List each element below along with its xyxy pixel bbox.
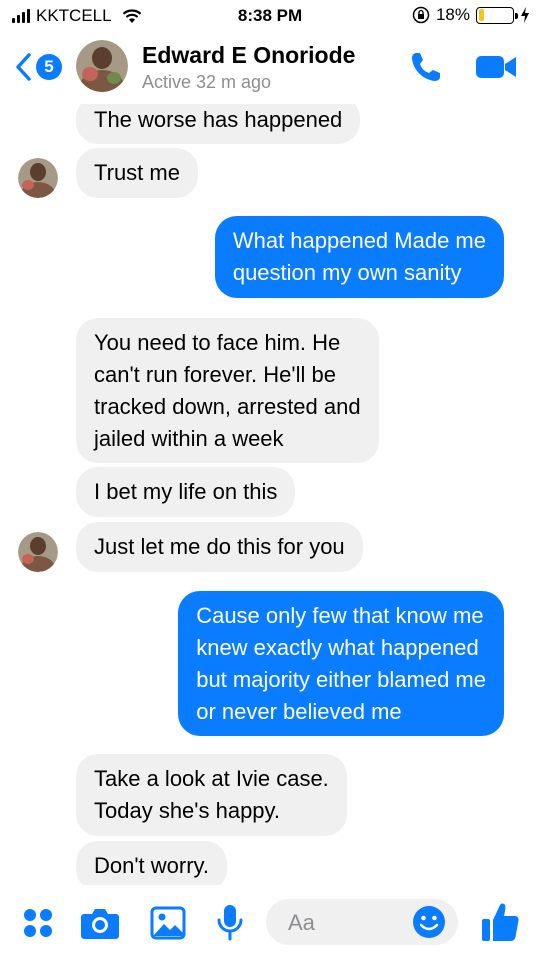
message-text: Trust me: [94, 160, 180, 185]
composer-bar: Aa: [0, 885, 540, 960]
contact-avatar[interactable]: [76, 40, 128, 92]
message-bubble-incoming[interactable]: Don't worry.: [76, 841, 228, 885]
message-bubble-incoming[interactable]: Just let me do this for you: [76, 522, 363, 572]
status-right: 18%: [412, 5, 530, 25]
active-status: Active 32 m ago: [142, 72, 272, 92]
message-bubble-incoming[interactable]: Trust me: [76, 148, 198, 198]
message-bubble-incoming[interactable]: Take a look at Ivie case. Today she's ha…: [76, 754, 347, 836]
message-text: tracked down, arrested and: [94, 394, 361, 419]
conversation-header: 5 Edward E Onoriode Active 32 m ago: [0, 32, 540, 104]
message-text: can't run forever. He'll be: [94, 362, 336, 387]
message-bubble-incoming[interactable]: I bet my life on this: [76, 467, 296, 517]
video-camera-icon[interactable]: [474, 52, 518, 82]
battery-percent: 18%: [435, 5, 470, 24]
battery-fill: [478, 9, 485, 21]
charging-bolt-icon: [521, 7, 529, 23]
message-bubble-incoming[interactable]: You need to face him. He can't run forev…: [76, 318, 379, 463]
apps-grid-icon[interactable]: [22, 907, 54, 939]
message-text: What happened Made me: [232, 228, 486, 253]
message-bubble-outgoing[interactable]: Cause only few that know me knew exactly…: [178, 591, 504, 736]
thumbs-up-icon[interactable]: [480, 901, 520, 943]
message-text: Today she's happy.: [94, 798, 281, 823]
message-bubble-outgoing[interactable]: What happened Made me question my own sa…: [214, 216, 504, 298]
phone-icon[interactable]: [408, 49, 444, 85]
message-bubble-incoming[interactable]: The worse has happened: [76, 104, 361, 144]
message-text: but majority either blamed me: [196, 667, 486, 692]
message-text: knew exactly what happened: [196, 635, 479, 660]
message-text: jailed within a week: [94, 426, 284, 451]
message-text: You need to face him. He: [94, 330, 341, 355]
status-bar: KKTCELL 8:38 PM 18%: [0, 0, 540, 32]
message-input[interactable]: Aa: [266, 899, 458, 945]
image-icon[interactable]: [150, 906, 186, 940]
message-text: or never believed me: [196, 699, 402, 724]
message-text: Just let me do this for you: [94, 534, 345, 559]
battery-icon: [476, 6, 518, 24]
sender-avatar[interactable]: [18, 158, 58, 198]
contact-name[interactable]: Edward E Onoriode: [142, 42, 355, 69]
back-chevron-icon[interactable]: [14, 52, 32, 82]
message-list[interactable]: The worse has happened Trust me What hap…: [0, 104, 540, 885]
message-input-placeholder: Aa: [288, 910, 315, 935]
emoji-icon[interactable]: [412, 905, 446, 939]
camera-icon[interactable]: [80, 906, 120, 940]
message-text: I bet my life on this: [94, 479, 278, 504]
message-text: Take a look at Ivie case.: [94, 766, 329, 791]
message-text: The worse has happened: [94, 107, 343, 132]
sender-avatar[interactable]: [18, 532, 58, 572]
message-text: Cause only few that know me: [196, 603, 484, 628]
microphone-icon[interactable]: [216, 903, 244, 943]
message-text: Don't worry.: [94, 853, 210, 878]
unread-count-badge[interactable]: 5: [36, 54, 62, 80]
orientation-lock-icon: [412, 6, 430, 24]
message-text: question my own sanity: [232, 260, 462, 285]
